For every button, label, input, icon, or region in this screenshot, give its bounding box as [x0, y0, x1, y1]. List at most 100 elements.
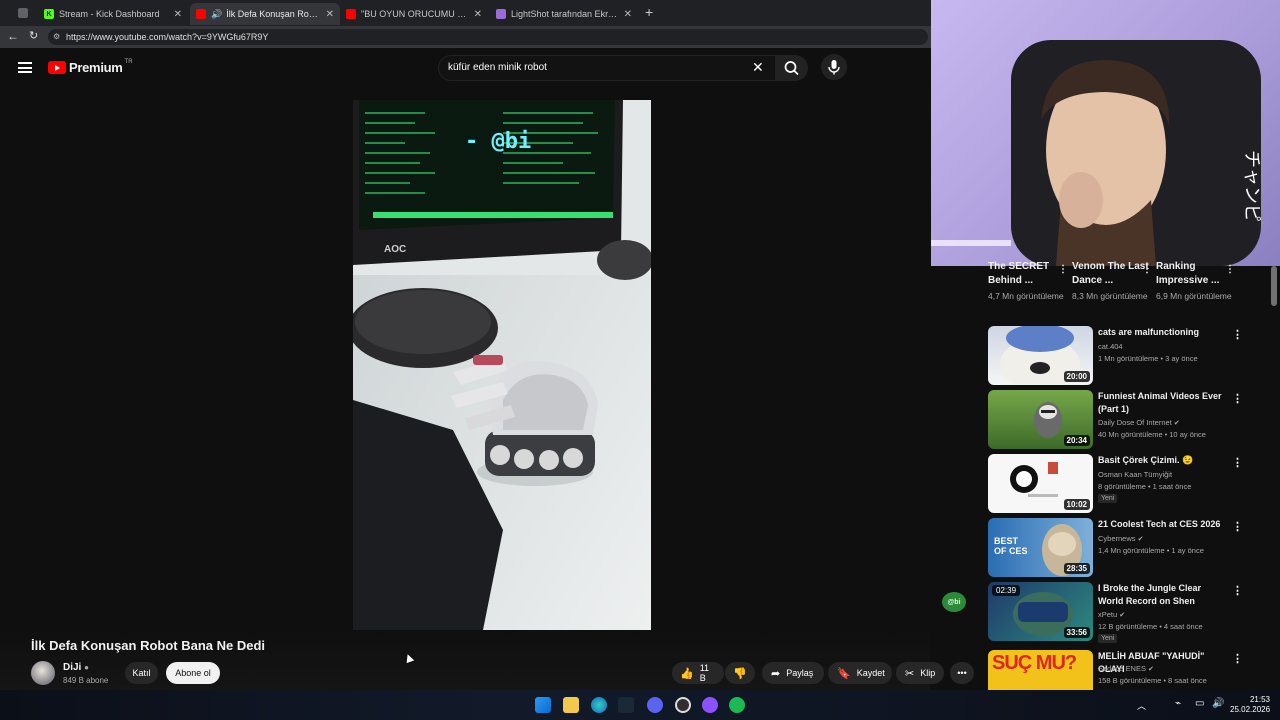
- clip-button[interactable]: ✂ Klip: [896, 662, 944, 684]
- edge-icon[interactable]: [591, 697, 607, 713]
- sidebar-scrollbar[interactable]: [1270, 266, 1278, 690]
- like-button[interactable]: 👍 11 B: [672, 662, 724, 684]
- system-clock[interactable]: 21:53 25.02.2026: [1230, 695, 1270, 715]
- obs-icon[interactable]: [675, 697, 691, 713]
- verified-icon: ●: [84, 663, 89, 672]
- more-options-icon[interactable]: ⋮: [1232, 328, 1243, 341]
- thumbs-up-icon: 👍: [680, 667, 694, 680]
- new-tab-icon[interactable]: +: [645, 4, 653, 20]
- recommendation-partial[interactable]: Ranking Impressive ... 6,9 Mn görüntülem…: [1156, 260, 1236, 303]
- chair-lettering: チャンピ: [1241, 150, 1262, 222]
- more-actions-button[interactable]: •••: [950, 662, 974, 684]
- lightshot-icon: [496, 9, 506, 19]
- verified-icon: ✔: [1148, 666, 1154, 673]
- scrollbar-thumb[interactable]: [1271, 266, 1277, 306]
- spotify-icon[interactable]: [729, 697, 745, 713]
- recommendation-partial[interactable]: Venom The Last Dance ... 8,3 Mn görüntül…: [1072, 260, 1152, 303]
- video-title: İlk Defa Konuşan Robot Bana Ne Dedi: [31, 638, 266, 653]
- video-thumbnail[interactable]: BEST OF CES 28:35: [988, 518, 1093, 577]
- more-options-icon[interactable]: ⋮: [1232, 652, 1243, 665]
- tab-kick-dashboard[interactable]: K Stream - Kick Dashboard ✕: [38, 3, 188, 25]
- search-input[interactable]: küfür eden minik robot: [438, 55, 776, 81]
- save-button[interactable]: 🔖 Kaydet: [828, 662, 892, 684]
- url-field[interactable]: ⚙ https://www.youtube.com/watch?v=9YWGfu…: [48, 29, 928, 45]
- youtube-icon: [196, 9, 206, 19]
- steam-icon[interactable]: [618, 697, 634, 713]
- channel-avatar[interactable]: [31, 661, 55, 685]
- more-options-icon[interactable]: ⋮: [1232, 520, 1243, 533]
- twitch-app-icon[interactable]: [702, 697, 718, 713]
- thumbnail-text: BEST OF CES: [994, 536, 1028, 556]
- back-icon[interactable]: ←: [7, 29, 19, 43]
- webcam-image: チャンピ: [931, 40, 1262, 266]
- tab-youtube-video[interactable]: 🔊 İlk Defa Konuşan Robot Bana Ne Dedi ✕: [190, 3, 340, 25]
- webcam-overlay: チャンピ: [931, 0, 1280, 266]
- windows-taskbar: [0, 690, 1280, 720]
- youtube-header: Premium TR küfür eden minik robot ✕: [0, 48, 930, 88]
- more-horizontal-icon: •••: [957, 668, 967, 678]
- tray-chevron-icon[interactable]: ︿: [1137, 699, 1146, 712]
- recommendation-item[interactable]: BEST OF CES 28:35 21 Coolest Tech at CES…: [988, 518, 1248, 578]
- recommendation-item[interactable]: 02:39 33:56 I Broke the Jungle Clear Wor…: [988, 582, 1248, 643]
- hamburger-menu-icon[interactable]: [18, 62, 32, 73]
- network-icon[interactable]: ⌁: [1175, 698, 1181, 709]
- recommendation-partial[interactable]: The SECRET Behind ... 4,7 Mn görüntüleme: [988, 260, 1068, 303]
- reload-icon[interactable]: ↻: [29, 29, 38, 42]
- more-options-icon[interactable]: ⋮: [1058, 264, 1068, 275]
- join-button[interactable]: Katıl: [125, 662, 158, 684]
- search-icon: [784, 61, 799, 76]
- volume-icon[interactable]: 🔊: [1212, 698, 1224, 709]
- video-thumbnail[interactable]: 20:34: [988, 390, 1093, 449]
- chapter-timer: 02:39: [992, 585, 1021, 596]
- floating-logo-badge: @bi: [942, 592, 966, 612]
- kick-icon: K: [44, 9, 54, 19]
- discord-icon[interactable]: [647, 697, 663, 713]
- youtube-play-icon: [48, 61, 66, 74]
- site-info-icon[interactable]: ⚙: [53, 29, 60, 45]
- more-options-icon[interactable]: ⋮: [1232, 584, 1243, 597]
- thumbs-down-icon: 👎: [733, 667, 747, 680]
- dislike-button[interactable]: 👎: [725, 662, 755, 684]
- close-tab-icon[interactable]: ✕: [624, 9, 632, 20]
- display-icon[interactable]: ▭: [1195, 698, 1204, 709]
- more-options-icon[interactable]: ⋮: [1142, 264, 1152, 275]
- new-badge: Yeni: [1098, 634, 1118, 643]
- verified-icon: ✔: [1137, 536, 1144, 543]
- window-menu-icon[interactable]: [18, 8, 28, 18]
- close-tab-icon[interactable]: ✕: [326, 9, 334, 20]
- file-explorer-icon[interactable]: [563, 697, 579, 713]
- more-options-icon[interactable]: ⋮: [1225, 264, 1235, 275]
- close-tab-icon[interactable]: ✕: [474, 9, 482, 20]
- channel-name[interactable]: DiJi ●: [63, 662, 89, 673]
- subscriber-count: 849 B abone: [63, 676, 109, 685]
- recommendation-item[interactable]: SUÇ MU? MELİH ABUAF "YAHUDİ" OLAYI Sadec…: [988, 650, 1248, 690]
- video-frame: AOC - @bi: [353, 100, 651, 630]
- clear-search-icon[interactable]: ✕: [752, 59, 764, 76]
- tab-lightshot[interactable]: LightShot tarafından Ekran Görüntüsü ✕: [490, 3, 638, 25]
- recommendation-item[interactable]: 10:02 Basit Çörek Çizimi. 😉 Osman Kaan T…: [988, 454, 1248, 514]
- voice-search-button[interactable]: [821, 54, 847, 80]
- verified-icon: ✔: [1173, 420, 1180, 427]
- recommendation-item[interactable]: 20:00 cats are malfunctioning cat.404 1 …: [988, 326, 1248, 386]
- bookmark-icon: 🔖: [837, 667, 851, 680]
- share-button[interactable]: ➦ Paylaş: [762, 662, 824, 684]
- youtube-premium-logo[interactable]: Premium TR: [48, 59, 133, 75]
- share-icon: ➦: [771, 667, 781, 680]
- recommendation-item[interactable]: 20:34 Funniest Animal Videos Ever (Part …: [988, 390, 1248, 450]
- video-thumbnail[interactable]: 02:39 33:56: [988, 582, 1093, 641]
- close-tab-icon[interactable]: ✕: [174, 9, 182, 20]
- youtube-icon: [346, 9, 356, 19]
- speaker-icon[interactable]: 🔊: [211, 9, 222, 20]
- search-button[interactable]: [776, 55, 808, 81]
- video-thumbnail[interactable]: SUÇ MU?: [988, 650, 1093, 690]
- video-thumbnail[interactable]: 20:00: [988, 326, 1093, 385]
- start-icon[interactable]: [535, 697, 551, 713]
- verified-icon: ✔: [1119, 612, 1126, 619]
- subscribe-button[interactable]: Abone ol: [166, 662, 220, 684]
- more-options-icon[interactable]: ⋮: [1232, 392, 1243, 405]
- video-player[interactable]: AOC - @bi: [353, 100, 651, 630]
- more-options-icon[interactable]: ⋮: [1232, 456, 1243, 469]
- microphone-icon: [828, 60, 840, 75]
- video-thumbnail[interactable]: 10:02: [988, 454, 1093, 513]
- tab-youtube-other[interactable]: "BU OYUN ORUCUMU BOZDURDU" ✕: [340, 3, 488, 25]
